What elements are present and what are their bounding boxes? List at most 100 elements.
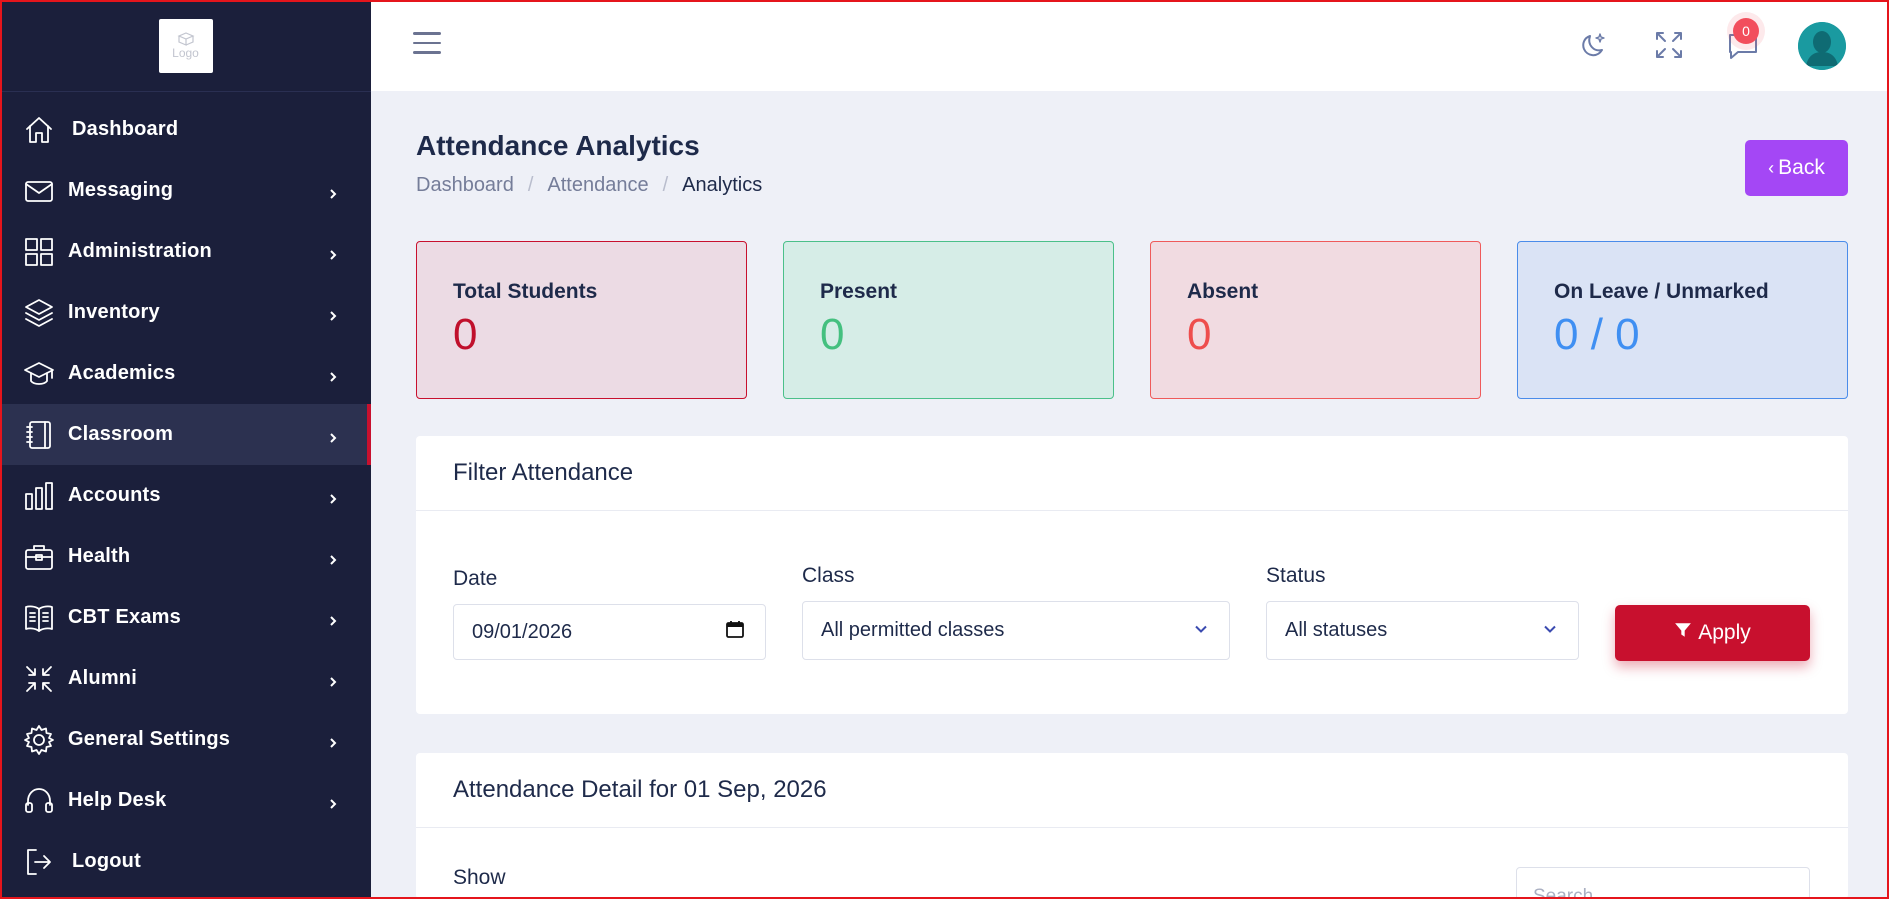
card-header: Filter Attendance [416,436,1848,511]
sidebar-nav: Dashboard Messaging Administration Inven… [0,92,371,892]
chevron-right-icon [327,246,339,260]
sidebar-item-logout[interactable]: Logout [0,831,371,892]
chevron-right-icon [327,307,339,321]
sidebar-item-label: General Settings [68,728,231,750]
filter-attendance-card: Filter Attendance [416,436,1848,714]
layers-icon [22,296,56,330]
stat-card-total-students: Total Students 0 [416,241,747,399]
sidebar-item-label: Dashboard [72,118,179,140]
logout-icon [22,845,56,879]
chevron-right-icon [327,185,339,199]
stat-value: 0 [453,310,478,359]
apply-button-label: Apply [1698,621,1751,644]
fullscreen-icon[interactable] [1652,28,1686,62]
stat-value: 0 / 0 [1554,310,1640,359]
chevron-right-icon [327,795,339,809]
chevron-right-icon [327,490,339,504]
sidebar-item-dashboard[interactable]: Dashboard [0,99,371,160]
grid-icon [22,235,56,269]
logo[interactable]: Logo [158,18,213,73]
chevron-right-icon [327,368,339,382]
cube-icon [176,31,195,46]
date-label: Date [453,567,498,590]
show-entries-label: Show [453,866,506,889]
chevron-right-icon [327,551,339,565]
logo-text: Logo [172,45,199,60]
gear-icon [22,723,56,757]
stat-label: Absent [1187,280,1259,303]
date-input[interactable]: 09/01/2026 [453,604,766,660]
sidebar-item-label: Classroom [68,423,174,445]
stat-card-present: Present 0 [783,241,1114,399]
date-value: 09/01/2026 [472,620,573,643]
class-label: Class [802,564,855,587]
home-icon [22,113,56,147]
sidebar-item-label: Messaging [68,179,174,201]
sidebar-item-cbt-exams[interactable]: CBT Exams [0,587,371,648]
hamburger-menu-icon[interactable] [413,32,441,54]
status-select[interactable]: All statuses [1266,601,1579,660]
calendar-icon[interactable] [725,619,745,645]
status-select-value: All statuses [1285,619,1388,641]
apply-button[interactable]: Apply [1615,605,1810,661]
filter-icon [1674,621,1692,645]
sidebar-item-administration[interactable]: Administration [0,221,371,282]
stat-label: On Leave / Unmarked [1554,280,1769,303]
card-title: Attendance Detail for 01 Sep, 2026 [453,776,827,803]
status-label: Status [1266,564,1326,587]
card-header: Attendance Detail for 01 Sep, 2026 [416,753,1848,828]
stat-value: 0 [1187,310,1212,359]
notebook-icon [22,418,56,452]
sidebar-item-academics[interactable]: Academics [0,343,371,404]
breadcrumb-separator: / [662,174,669,196]
class-select[interactable]: All permitted classes [802,601,1230,660]
chevron-left-icon: ‹ [1768,157,1775,178]
sidebar-item-label: Logout [72,850,141,872]
chevron-right-icon [327,734,339,748]
sidebar-item-classroom[interactable]: Classroom [0,404,371,465]
stat-label: Total Students [453,280,598,303]
stat-label: Present [820,280,898,303]
search-input[interactable]: Search... [1516,867,1810,899]
notification-badge: 0 [1733,18,1759,44]
sidebar-item-health[interactable]: Health [0,526,371,587]
sidebar: Logo Dashboard Messaging Administration … [0,0,371,899]
breadcrumb-item-attendance[interactable]: Attendance [547,174,648,197]
back-button[interactable]: ‹ Back [1745,140,1848,196]
sidebar-item-label: Health [68,545,131,567]
back-button-label: Back [1778,156,1825,179]
sidebar-item-messaging[interactable]: Messaging [0,160,371,221]
graduation-cap-icon [22,357,56,391]
user-silhouette-icon [1798,22,1846,70]
sidebar-item-alumni[interactable]: Alumni [0,648,371,709]
chevron-down-icon [1542,619,1558,642]
breadcrumb: Dashboard / Attendance / Analytics [416,174,762,197]
page-title: Attendance Analytics [416,130,700,161]
chevron-down-icon [1193,619,1209,642]
sidebar-item-inventory[interactable]: Inventory [0,282,371,343]
stat-card-on-leave-unmarked: On Leave / Unmarked 0 / 0 [1517,241,1848,399]
breadcrumb-item-dashboard[interactable]: Dashboard [416,174,514,197]
sidebar-item-label: CBT Exams [68,606,181,628]
chevron-right-icon [327,429,339,443]
briefcase-icon [22,540,56,574]
minimize-icon [22,662,56,696]
sidebar-item-general-settings[interactable]: General Settings [0,709,371,770]
chevron-right-icon [327,673,339,687]
moon-stars-icon[interactable] [1578,28,1612,62]
avatar[interactable] [1798,22,1846,70]
sidebar-item-help-desk[interactable]: Help Desk [0,770,371,831]
sidebar-item-label: Help Desk [68,789,167,811]
headphones-icon [22,784,56,818]
sidebar-item-label: Academics [68,362,176,384]
sidebar-item-label: Alumni [68,667,137,689]
stat-value: 0 [820,310,845,359]
breadcrumb-separator: / [527,174,534,196]
bar-chart-icon [22,479,56,513]
sidebar-item-accounts[interactable]: Accounts [0,465,371,526]
sidebar-item-label: Accounts [68,484,161,506]
card-title: Filter Attendance [453,459,634,486]
sidebar-item-label: Administration [68,240,212,262]
book-icon [22,601,56,635]
breadcrumb-item-analytics: Analytics [682,174,763,196]
